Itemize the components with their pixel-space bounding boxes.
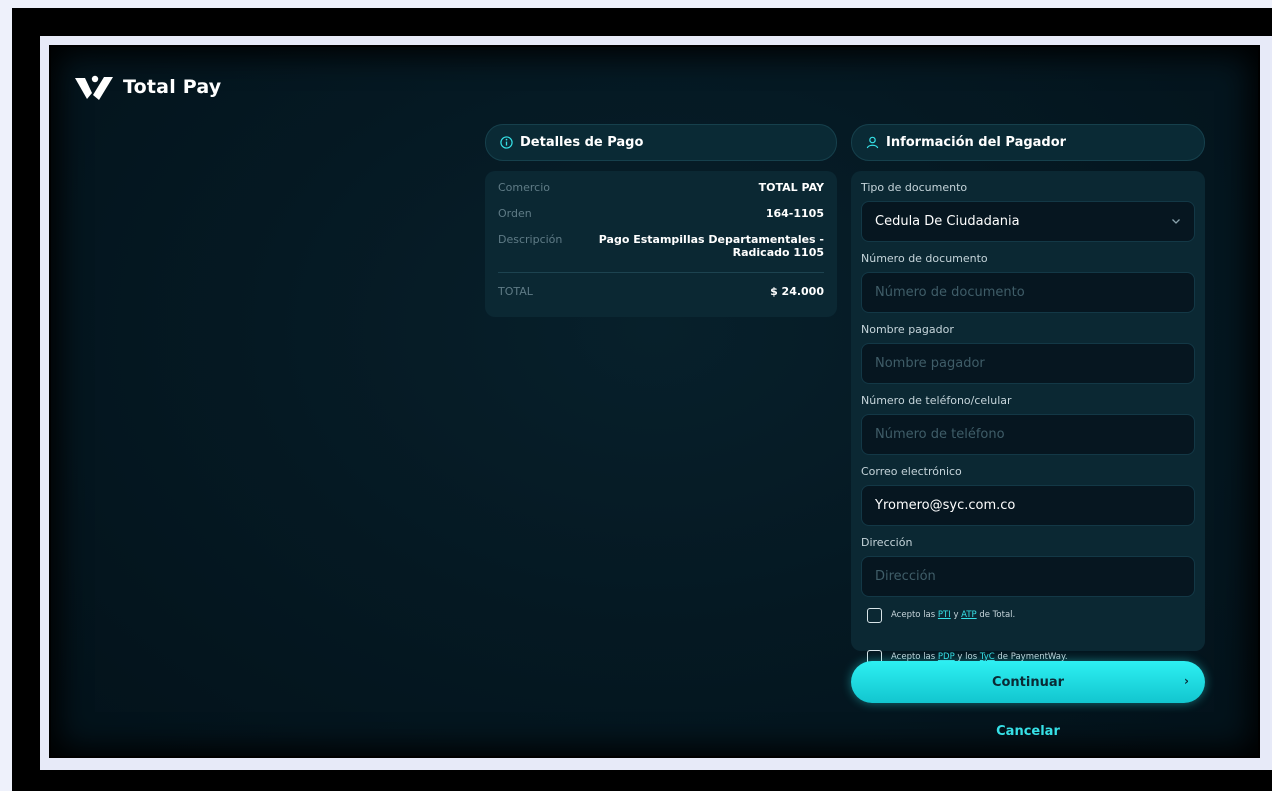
address-field: [861, 556, 1195, 597]
doc-type-select[interactable]: Cedula De Ciudadania: [861, 201, 1195, 242]
checkout-page: Total Pay Detalles de Pago Comercio TOTA…: [49, 45, 1260, 758]
payment-details-card: Comercio TOTAL PAY Orden 164-1105 Descri…: [485, 171, 837, 317]
detail-value: Pago Estampillas Departamentales - Radic…: [598, 232, 824, 260]
continue-button[interactable]: Continuar ›: [851, 661, 1205, 703]
email-label: Correo electrónico: [861, 465, 962, 478]
detail-row-description: Descripción Pago Estampillas Departament…: [498, 233, 824, 261]
detail-row-order: Orden 164-1105: [498, 207, 824, 221]
detail-row-total: TOTAL $ 24.000: [498, 285, 824, 299]
payer-form: Tipo de documento Cedula De Ciudadania N…: [851, 171, 1205, 665]
terms-total-row: Acepto las PTI y ATP de Total.: [867, 607, 1195, 623]
terms-text: y: [953, 610, 959, 620]
doc-type-value: Cedula De Ciudadania: [875, 214, 1020, 229]
detail-label: Comercio: [498, 181, 551, 194]
continue-label: Continuar: [991, 674, 1065, 690]
terms-text: de Total.: [979, 610, 1016, 620]
brand-name: Total Pay: [123, 76, 222, 98]
doc-number-input[interactable]: [875, 285, 1181, 300]
details-title: Detalles de Pago: [520, 135, 644, 150]
cancel-link[interactable]: Cancelar: [851, 724, 1205, 739]
name-field: [861, 343, 1195, 384]
divider: [498, 272, 824, 273]
detail-label: Descripción: [498, 232, 563, 246]
terms-text: Acepto las: [891, 610, 936, 620]
doc-number-label: Número de documento: [861, 252, 988, 265]
phone-input[interactable]: [875, 427, 1181, 442]
doc-type-label: Tipo de documento: [861, 181, 968, 194]
email-input[interactable]: [875, 498, 1181, 513]
details-header: Detalles de Pago: [485, 124, 837, 161]
detail-value: 164-1105: [765, 206, 824, 220]
phone-label: Número de teléfono/celular: [861, 394, 1012, 407]
terms-total-text: Acepto las PTI y ATP de Total.: [891, 610, 1015, 620]
payer-title: Información del Pagador: [886, 135, 1067, 150]
detail-value: TOTAL PAY: [758, 181, 824, 194]
payer-header: Información del Pagador: [851, 124, 1205, 161]
chevron-down-icon: [1170, 215, 1182, 231]
name-label: Nombre pagador: [861, 323, 954, 336]
address-label: Dirección: [861, 536, 913, 549]
total-pay-logo-icon: [73, 73, 115, 101]
terms-total-checkbox[interactable]: [867, 607, 882, 623]
address-input[interactable]: [875, 569, 1181, 584]
email-field: [861, 485, 1195, 526]
total-label: TOTAL: [498, 285, 533, 298]
detail-label: Orden: [498, 206, 532, 220]
detail-row-merchant: Comercio TOTAL PAY: [498, 181, 824, 195]
info-icon: [500, 136, 513, 149]
phone-field: [861, 414, 1195, 455]
chevron-right-icon: ›: [1184, 674, 1189, 688]
user-icon: [866, 136, 879, 149]
pti-link[interactable]: PTI: [938, 610, 951, 620]
name-input[interactable]: [875, 356, 1181, 371]
atp-link[interactable]: ATP: [961, 610, 976, 620]
total-value: $ 24.000: [770, 285, 824, 298]
doc-number-field: [861, 272, 1195, 313]
brand: Total Pay: [73, 73, 221, 101]
